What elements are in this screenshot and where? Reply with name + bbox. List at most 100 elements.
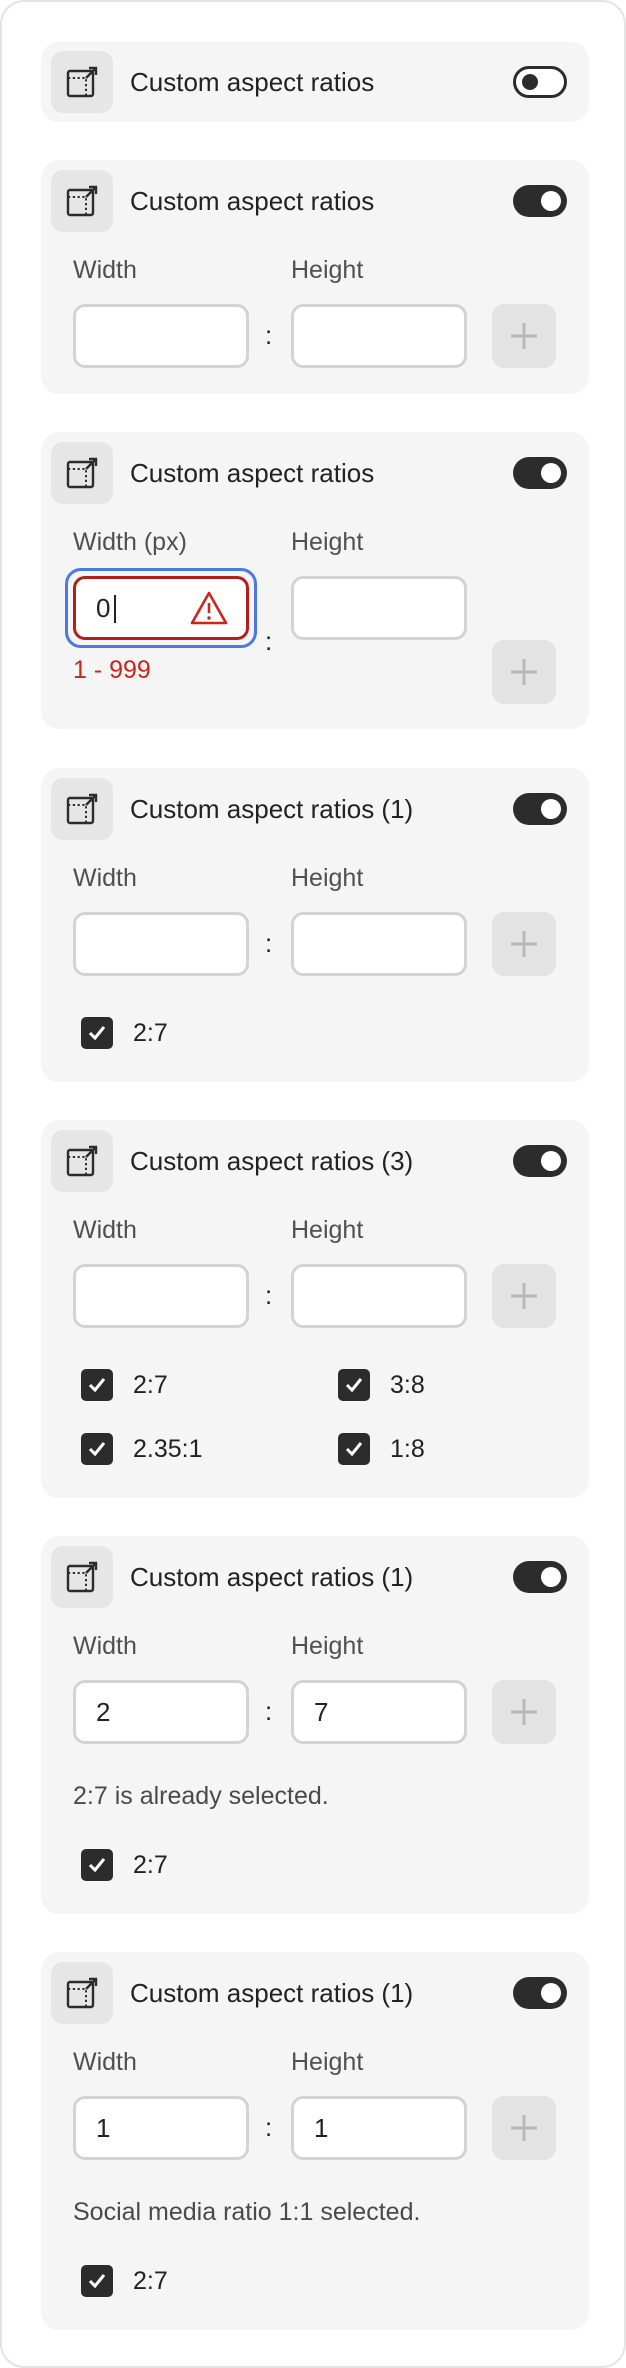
text-cursor — [114, 595, 116, 623]
height-input[interactable] — [291, 576, 467, 640]
plus-icon — [511, 931, 537, 957]
enable-toggle[interactable] — [513, 66, 567, 98]
checkmark-icon — [345, 1442, 363, 1457]
enable-toggle[interactable] — [513, 457, 567, 489]
height-input[interactable] — [291, 1264, 467, 1328]
card-title: Custom aspect ratios (1) — [130, 794, 414, 824]
ratio-separator: : — [265, 928, 273, 958]
checkbox-label: 2:7 — [133, 1370, 168, 1399]
add-ratio-button[interactable] — [492, 1680, 556, 1744]
panel-frame: Custom aspect ratios Custom aspect ratio… — [0, 0, 626, 2368]
ratio-checkbox[interactable]: 1:8 — [338, 1432, 425, 1466]
add-ratio-button[interactable] — [492, 1264, 556, 1328]
width-label: Width — [73, 2048, 137, 2076]
checkmark-icon — [88, 1378, 106, 1393]
height-label: Height — [291, 864, 364, 892]
aspect-ratio-crop-icon — [51, 442, 113, 504]
ratio-separator: : — [265, 2112, 273, 2142]
plus-icon — [511, 323, 537, 349]
checkbox-label: 2:7 — [133, 1850, 168, 1879]
width-input[interactable]: 2 — [73, 1680, 249, 1744]
add-ratio-button[interactable] — [492, 2096, 556, 2160]
width-label: Width — [73, 864, 137, 892]
checkbox-label: 1:8 — [390, 1434, 425, 1463]
aspect-ratio-crop-icon — [51, 778, 113, 840]
enable-toggle[interactable] — [513, 185, 567, 217]
card-title: Custom aspect ratios (1) — [130, 1562, 414, 1592]
height-input[interactable]: 7 — [291, 1680, 467, 1744]
add-ratio-button[interactable] — [492, 912, 556, 976]
height-input[interactable] — [291, 304, 467, 368]
aspect-ratio-card-empty: Custom aspect ratios Width Height : — [41, 160, 589, 394]
ratio-checkbox[interactable]: 2:7 — [81, 1368, 168, 1402]
enable-toggle[interactable] — [513, 1145, 567, 1177]
aspect-ratio-crop-icon — [51, 1130, 113, 1192]
card-title: Custom aspect ratios — [130, 186, 375, 216]
plus-icon — [511, 1283, 537, 1309]
ratio-separator: : — [265, 1696, 273, 1726]
ratio-checkbox[interactable]: 2:7 — [81, 1848, 168, 1882]
width-label: Width (px) — [73, 528, 187, 556]
card-title: Custom aspect ratios (1) — [130, 1978, 414, 2008]
aspect-ratio-card-error: Custom aspect ratios Width (px) Height 0… — [41, 432, 589, 729]
height-label: Height — [291, 1632, 364, 1660]
aspect-ratio-card-one-selected: Custom aspect ratios (1) Width Height : … — [41, 768, 589, 1082]
checkbox-box — [81, 2265, 113, 2297]
alert-triangle-icon — [190, 591, 228, 625]
card-title: Custom aspect ratios — [130, 458, 375, 488]
enable-toggle[interactable] — [513, 1977, 567, 2009]
add-ratio-button[interactable] — [492, 640, 556, 704]
width-input-value: 0 — [96, 593, 111, 623]
checkbox-box — [81, 1849, 113, 1881]
checkbox-label: 2:7 — [133, 1018, 168, 1047]
width-label: Width — [73, 1216, 137, 1244]
status-message: 2:7 is already selected. — [73, 1782, 329, 1810]
aspect-ratio-card-collapsed: Custom aspect ratios — [41, 42, 589, 122]
ratio-separator: : — [265, 626, 273, 656]
ratio-checkbox[interactable]: 2:7 — [81, 2264, 168, 2298]
card-title: Custom aspect ratios (3) — [130, 1146, 414, 1176]
width-input[interactable] — [73, 912, 249, 976]
checkmark-icon — [345, 1378, 363, 1393]
checkbox-box — [81, 1369, 113, 1401]
height-label: Height — [291, 256, 364, 284]
checkmark-icon — [88, 1442, 106, 1457]
enable-toggle[interactable] — [513, 1561, 567, 1593]
aspect-ratio-crop-icon — [51, 1546, 113, 1608]
height-label: Height — [291, 2048, 364, 2076]
card-header: Custom aspect ratios — [51, 442, 579, 504]
plus-icon — [511, 659, 537, 685]
card-header: Custom aspect ratios — [51, 170, 579, 232]
card-header: Custom aspect ratios (1) — [51, 778, 579, 840]
checkbox-label: 2:7 — [133, 2266, 168, 2295]
ratio-separator: : — [265, 320, 273, 350]
plus-icon — [511, 2115, 537, 2141]
card-header: Custom aspect ratios (1) — [51, 1962, 579, 2024]
card-header: Custom aspect ratios (3) — [51, 1130, 579, 1192]
width-input-invalid[interactable]: 0 — [73, 576, 249, 640]
checkbox-box — [81, 1433, 113, 1465]
enable-toggle[interactable] — [513, 793, 567, 825]
checkbox-box — [338, 1433, 370, 1465]
height-input[interactable]: 1 — [291, 2096, 467, 2160]
height-input[interactable] — [291, 912, 467, 976]
ratio-checkbox[interactable]: 2:7 — [81, 1016, 168, 1050]
card-title: Custom aspect ratios — [130, 67, 375, 97]
card-header: Custom aspect ratios — [51, 51, 579, 113]
checkbox-box — [338, 1369, 370, 1401]
width-input[interactable] — [73, 304, 249, 368]
width-input[interactable]: 1 — [73, 2096, 249, 2160]
width-error-message: 1 - 999 — [73, 656, 151, 684]
ratio-checkbox[interactable]: 3:8 — [338, 1368, 425, 1402]
width-input[interactable] — [73, 1264, 249, 1328]
checkmark-icon — [88, 1026, 106, 1041]
width-label: Width — [73, 256, 137, 284]
card-header: Custom aspect ratios (1) — [51, 1546, 579, 1608]
add-ratio-button[interactable] — [492, 304, 556, 368]
width-label: Width — [73, 1632, 137, 1660]
ratio-checkbox[interactable]: 2.35:1 — [81, 1432, 203, 1466]
aspect-ratio-card-duplicate: Custom aspect ratios (1) Width Height 2 … — [41, 1536, 589, 1914]
height-label: Height — [291, 528, 364, 556]
checkbox-box — [81, 1017, 113, 1049]
height-label: Height — [291, 1216, 364, 1244]
